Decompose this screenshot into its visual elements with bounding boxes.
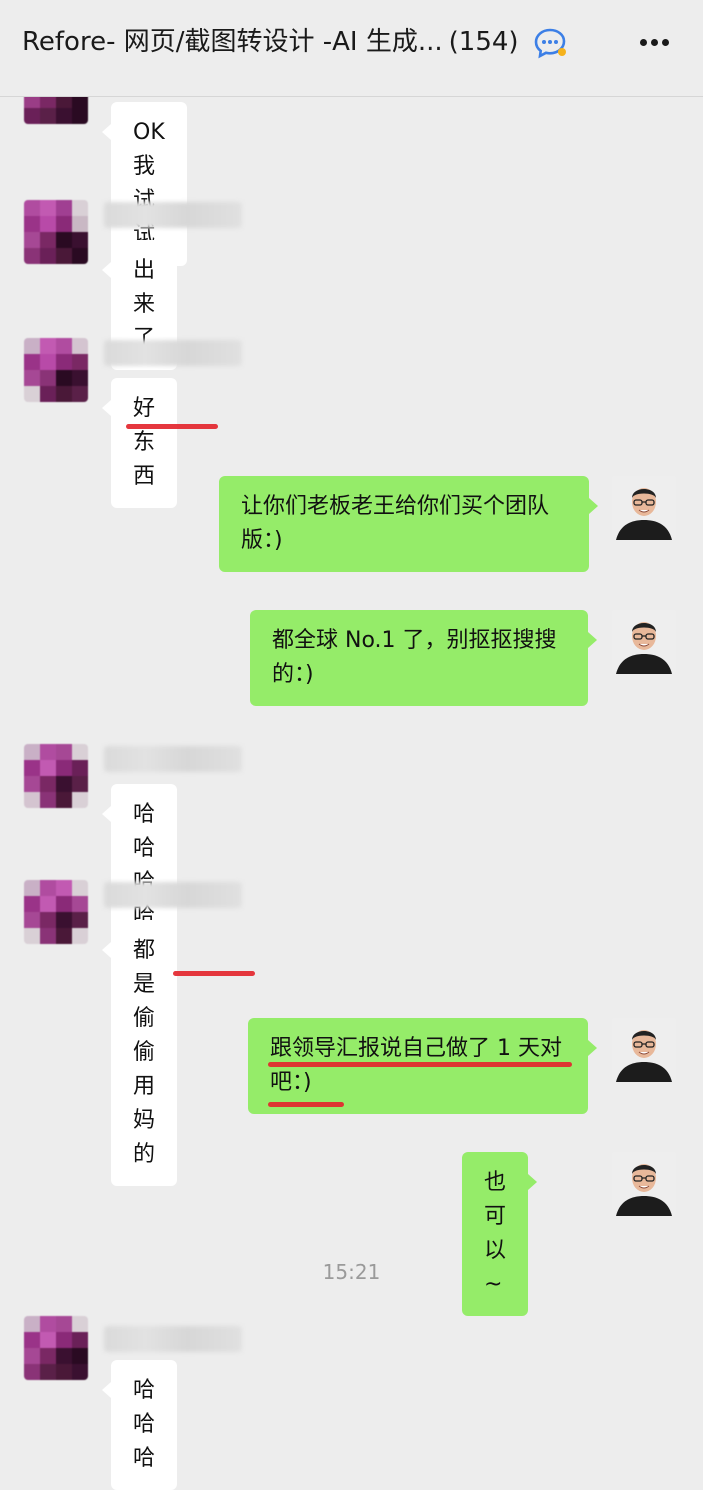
highlight-underline xyxy=(268,1062,572,1067)
avatar[interactable] xyxy=(24,744,88,808)
highlight-underline xyxy=(173,971,255,976)
chat-bubble-icon[interactable] xyxy=(532,26,568,60)
sender-name-blurred xyxy=(104,340,242,366)
person-avatar-icon xyxy=(612,476,676,540)
avatar-self[interactable] xyxy=(612,476,676,540)
sender-name-blurred xyxy=(104,202,242,228)
chat-header: Refore- 网页/截图转设计 -AI 生成... (154) xyxy=(0,0,703,97)
highlight-underline xyxy=(268,1102,344,1107)
avatar-self[interactable] xyxy=(612,610,676,674)
message-bubble[interactable]: 哈哈哈 xyxy=(101,1360,178,1490)
avatar[interactable] xyxy=(24,1316,88,1380)
sender-name-blurred xyxy=(104,1326,242,1352)
message-bubble[interactable]: 也可以~ xyxy=(462,1152,538,1316)
member-count: (154) xyxy=(448,27,519,57)
sender-name-blurred xyxy=(104,882,242,908)
highlight-underline xyxy=(126,424,218,429)
message-bubble[interactable]: 都全球 No.1 了，别抠抠搜搜 的：) xyxy=(250,610,597,706)
group-name: Refore- 网页/截图转设计 -AI 生成... xyxy=(22,27,443,57)
person-avatar-icon xyxy=(612,610,676,674)
avatar-self[interactable] xyxy=(612,1018,676,1082)
person-avatar-icon xyxy=(612,1152,676,1216)
person-avatar-icon xyxy=(612,1018,676,1082)
avatar[interactable] xyxy=(24,880,88,944)
message-bubble[interactable]: 让你们老板老王给你们买个团队 版：) xyxy=(219,476,598,572)
message-timestamp: 15:21 xyxy=(322,1260,381,1284)
chat-title[interactable]: Refore- 网页/截图转设计 -AI 生成... (154) xyxy=(22,22,519,62)
message-bubble[interactable]: 都是偷偷用妈的 xyxy=(101,920,178,1186)
avatar[interactable] xyxy=(24,200,88,264)
avatar-self[interactable] xyxy=(612,1152,676,1216)
avatar[interactable] xyxy=(24,338,88,402)
message-bubble[interactable]: 好东西 xyxy=(101,378,178,508)
sender-name-blurred xyxy=(104,746,242,772)
more-options-icon[interactable] xyxy=(632,26,676,58)
